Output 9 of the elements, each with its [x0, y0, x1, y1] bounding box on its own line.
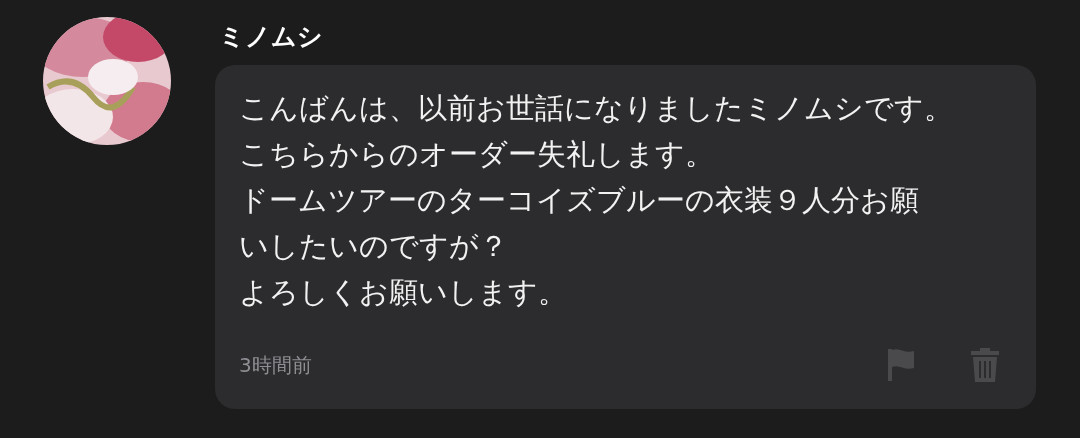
comment-line: よろしくお願いします。 — [239, 274, 567, 311]
comment-line: こんばんは、以前お世話になりましたミノムシです。 — [239, 90, 953, 127]
comment-line: ドームツアーのターコイズブルーの衣装９人分お願 — [239, 182, 919, 219]
timestamp: 3時間前 — [239, 352, 312, 379]
username: ミノムシ — [218, 21, 324, 53]
trash-icon[interactable] — [970, 347, 1000, 383]
comment-line: いしたいのですが？ — [239, 228, 508, 265]
flag-icon[interactable] — [886, 347, 916, 381]
comment-line: こちらからのオーダー失礼します。 — [239, 136, 714, 173]
